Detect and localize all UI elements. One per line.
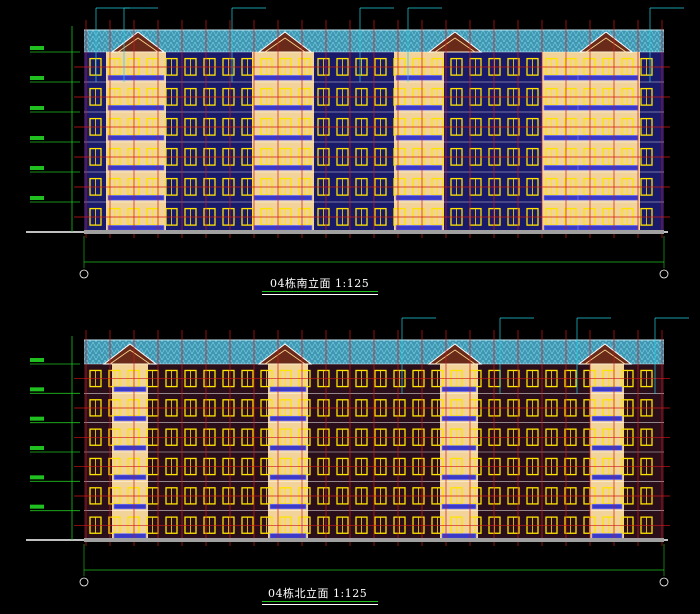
balcony-rail (591, 386, 623, 392)
balcony-rail (253, 165, 313, 171)
balcony-rail (269, 415, 307, 422)
balcony-rail (113, 503, 147, 510)
balcony-rail (591, 445, 623, 451)
balcony-rail (441, 415, 477, 422)
axis-bubble (79, 269, 89, 279)
plinth (84, 538, 664, 542)
balcony-rail (107, 195, 165, 201)
south-title-underline-2 (262, 294, 378, 295)
balcony-rail (395, 135, 443, 141)
balcony-rail (107, 225, 165, 231)
balcony-rail (441, 474, 477, 480)
north-title-underline-2 (262, 604, 378, 605)
balcony-rail (269, 386, 307, 392)
balcony-rail (269, 503, 307, 510)
balcony-rail (113, 445, 147, 451)
balcony-rail (441, 386, 477, 392)
balcony-rail (577, 195, 639, 201)
axis-bubble (79, 577, 89, 587)
north-title-underline (262, 601, 378, 602)
balcony-rail (591, 533, 623, 539)
balcony-rail (577, 75, 639, 81)
balcony-rail (577, 165, 639, 171)
balcony-rail (253, 195, 313, 201)
level-mark (30, 446, 44, 450)
balcony-rail (577, 105, 639, 111)
level-mark (30, 136, 44, 140)
level-mark (30, 475, 44, 480)
level-mark (30, 106, 44, 110)
balcony-rail (107, 135, 165, 141)
north-elevation-title: 04栋北立面 1:125 (268, 587, 368, 600)
level-mark (30, 46, 44, 50)
balcony-rail (395, 75, 443, 81)
balcony-rail (107, 75, 165, 81)
level-mark (30, 196, 44, 200)
balcony-rail (107, 165, 165, 171)
balcony-rail (441, 503, 477, 510)
balcony-rail (113, 386, 147, 392)
balcony-rail (395, 105, 443, 111)
south-title-underline (262, 291, 378, 292)
balcony-rail (395, 225, 443, 231)
balcony-rail (253, 135, 313, 141)
balcony-rail (577, 135, 639, 141)
balcony-rail (269, 533, 307, 539)
plinth (84, 230, 664, 234)
balcony-rail (441, 445, 477, 451)
balcony-rail (253, 75, 313, 81)
elevation-drawing (26, 7, 689, 587)
axis-bubble (659, 577, 669, 587)
balcony-rail (253, 105, 313, 111)
balcony-rail (395, 195, 443, 201)
balcony-rail (107, 105, 165, 111)
level-mark (30, 76, 44, 80)
level-mark (30, 166, 44, 170)
balcony-rail (269, 474, 307, 480)
balcony-rail (269, 445, 307, 451)
balcony-rail (113, 533, 147, 539)
level-mark (30, 387, 44, 392)
north-elevation (26, 317, 689, 587)
axis-bubble (659, 269, 669, 279)
south-elevation-title: 04栋南立面 1:125 (270, 277, 370, 290)
level-mark (30, 358, 44, 362)
balcony-rail (591, 474, 623, 480)
balcony-rail (113, 474, 147, 480)
balcony-rail (591, 415, 623, 422)
balcony-rail (253, 225, 313, 231)
balcony-rail (591, 503, 623, 510)
south-elevation (26, 7, 684, 279)
balcony-rail (577, 225, 639, 231)
level-mark (30, 504, 44, 509)
balcony-rail (441, 533, 477, 539)
balcony-rail (395, 165, 443, 171)
balcony-rail (113, 415, 147, 422)
level-mark (30, 416, 44, 421)
